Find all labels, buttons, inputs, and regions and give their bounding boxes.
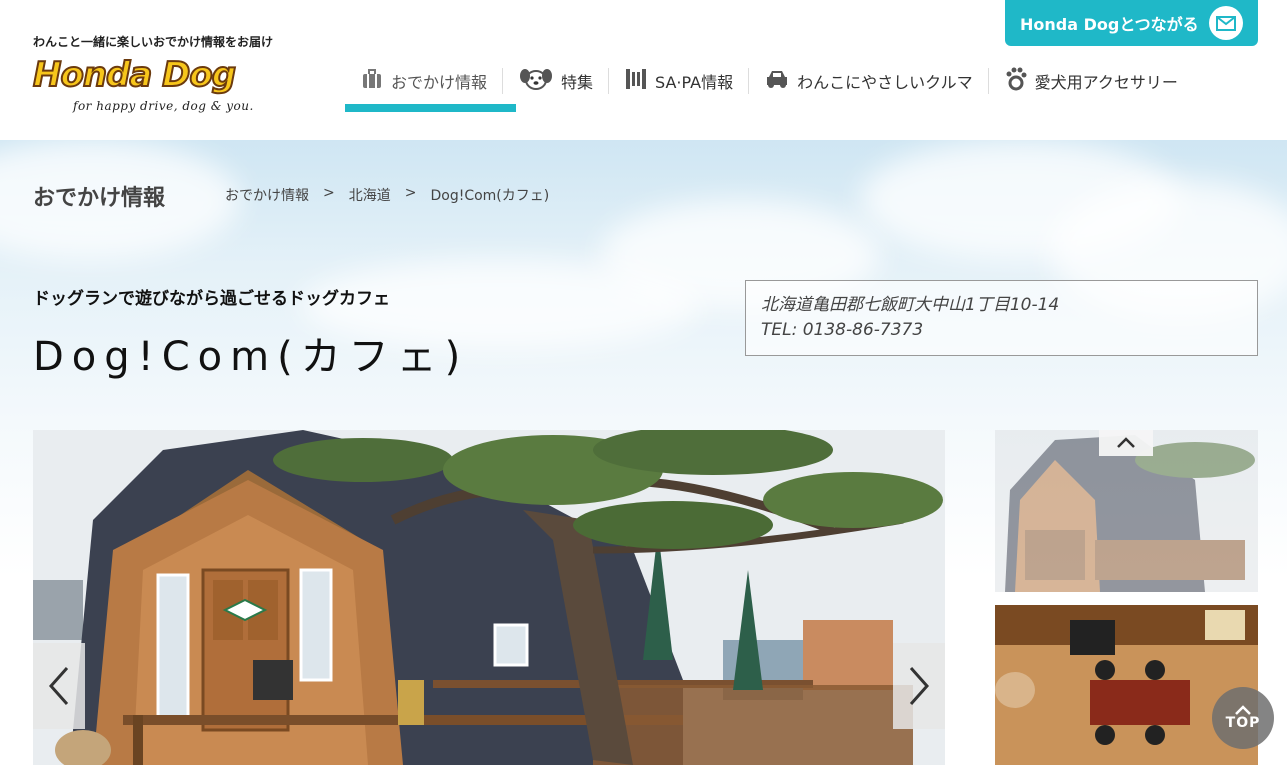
- connect-button[interactable]: Honda Dogとつながる: [1005, 0, 1258, 46]
- main-photo: [33, 430, 945, 765]
- site-header: わんこと一緒に楽しいおでかけ情報をお届け Honda Dog for happy…: [0, 0, 1287, 140]
- nav-item-car[interactable]: わんこにやさしいクルマ: [749, 62, 989, 100]
- paw-icon: [1005, 67, 1027, 95]
- breadcrumb: おでかけ情報 > 北海道 > Dog!Com(カフェ): [225, 185, 549, 205]
- thumbnail-2[interactable]: [995, 605, 1258, 765]
- logo-text: Honda Dog: [32, 54, 237, 96]
- slider-prev-button[interactable]: [33, 643, 85, 729]
- place-tel[interactable]: TEL: 0138-86-7373: [761, 318, 1242, 343]
- nav-item-label: SA·PA情報: [655, 73, 734, 92]
- chevron-right-icon: [909, 667, 930, 705]
- breadcrumb-link-odekake[interactable]: おでかけ情報: [225, 185, 309, 205]
- mail-icon: [1209, 6, 1243, 40]
- nav-item-accessory[interactable]: 愛犬用アクセサリー: [989, 62, 1194, 100]
- place-info-box: 北海道亀田郡七飯町大中山1丁目10-14 TEL: 0138-86-7373: [745, 280, 1258, 356]
- chevron-left-icon: [48, 667, 69, 705]
- building-icon: [625, 68, 647, 94]
- site-tagline: わんこと一緒に楽しいおでかけ情報をお届け: [33, 35, 274, 49]
- nav-item-label: おでかけ情報: [391, 73, 488, 92]
- suitcase-icon: [361, 68, 383, 94]
- chevron-up-icon: [1235, 705, 1251, 715]
- cafe-photo-image: [33, 430, 945, 765]
- connect-button-label: Honda Dogとつながる: [1020, 15, 1199, 34]
- nav-item-label: 愛犬用アクセサリー: [1034, 73, 1178, 92]
- dog-face-icon: [519, 67, 553, 95]
- hero-section: おでかけ情報 おでかけ情報 > 北海道 > Dog!Com(カフェ) ドッグラン…: [0, 140, 1287, 765]
- breadcrumb-separator: >: [323, 185, 335, 201]
- nav-item-odekake[interactable]: おでかけ情報: [345, 62, 504, 100]
- place-address: 北海道亀田郡七飯町大中山1丁目10-14: [761, 295, 1060, 315]
- logo-subtitle: for happy drive, dog & you.: [73, 99, 254, 113]
- nav-item-sapa[interactable]: SA·PA情報: [609, 62, 750, 100]
- nav-item-feature[interactable]: 特集: [503, 62, 610, 100]
- slider-next-button[interactable]: [893, 643, 945, 729]
- breadcrumb-link-hokkaido[interactable]: 北海道: [349, 185, 391, 205]
- thumbnails-up-button[interactable]: [1099, 430, 1153, 456]
- place-subtitle: ドッグランで遊びながら過ごせるドッグカフェ: [33, 289, 390, 309]
- scroll-top-button[interactable]: TOP: [1212, 687, 1274, 749]
- place-name: Dog!Com(カフェ): [33, 334, 469, 380]
- car-icon: [765, 69, 789, 93]
- thumbnail-image: [995, 605, 1258, 765]
- scroll-top-label: TOP: [1225, 715, 1261, 731]
- nav-item-label: 特集: [561, 73, 594, 92]
- nav-active-indicator: [345, 104, 516, 112]
- site-logo[interactable]: Honda Dog for happy drive, dog & you.: [32, 54, 291, 117]
- nav-item-label: わんこにやさしいクルマ: [797, 73, 973, 92]
- section-title: おでかけ情報: [33, 186, 166, 211]
- breadcrumb-current: Dog!Com(カフェ): [430, 188, 550, 204]
- chevron-up-icon: [1117, 437, 1135, 448]
- breadcrumb-separator: >: [404, 185, 417, 201]
